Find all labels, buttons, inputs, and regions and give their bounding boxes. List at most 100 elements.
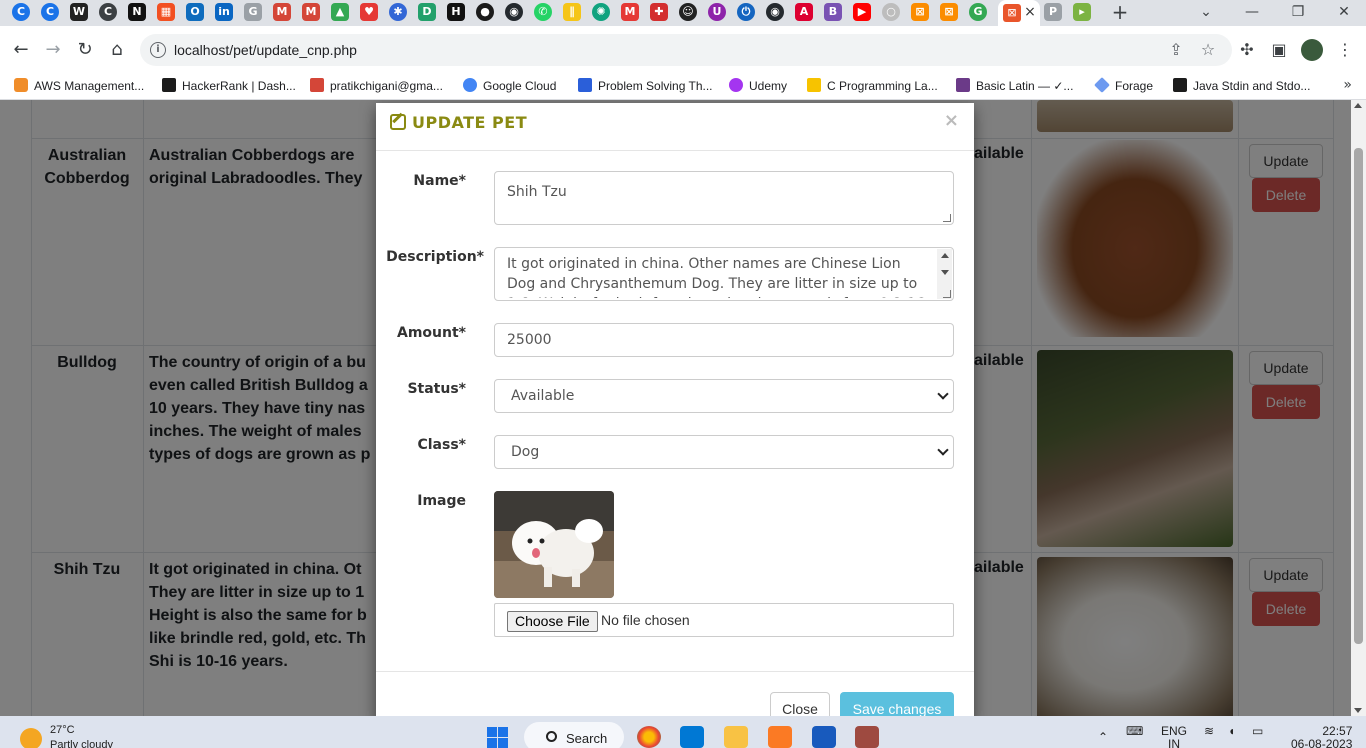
tab-github-icon[interactable]: ◉ bbox=[766, 3, 784, 21]
bookmark-item[interactable]: Google Cloud bbox=[463, 77, 556, 95]
scroll-up-arrow-icon[interactable] bbox=[941, 253, 949, 258]
scroll-up-arrow-icon[interactable] bbox=[1354, 103, 1362, 108]
tab-angular-icon[interactable]: A bbox=[795, 3, 813, 21]
tab-d-icon[interactable]: D bbox=[418, 3, 436, 21]
tab-chatgpt-icon[interactable]: ✺ bbox=[592, 3, 610, 21]
bookmark-item[interactable]: Basic Latin — ✓... bbox=[956, 77, 1073, 95]
xampp-app-icon[interactable] bbox=[768, 726, 792, 748]
tab-gmail-icon[interactable]: M bbox=[273, 3, 291, 21]
bookmark-item[interactable]: HackerRank | Dash... bbox=[162, 77, 296, 95]
tab-gmail-icon[interactable]: M bbox=[302, 3, 320, 21]
tab-u-icon[interactable]: U bbox=[708, 3, 726, 21]
tab-gear-icon[interactable]: ✱ bbox=[389, 3, 407, 21]
tab-coursera-icon[interactable]: C bbox=[99, 3, 117, 21]
choose-file-button[interactable]: Choose File bbox=[507, 611, 598, 632]
tab-bars-icon[interactable]: ∥ bbox=[563, 3, 581, 21]
menu-kebab-icon[interactable]: ⋮ bbox=[1334, 39, 1356, 61]
resize-handle[interactable] bbox=[943, 214, 951, 222]
home-icon[interactable]: ⌂ bbox=[106, 39, 128, 61]
tab-globe-icon[interactable]: ○ bbox=[882, 3, 900, 21]
tab-chrome-icon[interactable]: G bbox=[969, 3, 987, 21]
start-button[interactable] bbox=[487, 727, 509, 748]
description-field[interactable]: It got originated in china. Other names … bbox=[494, 247, 954, 301]
tab-wordpress-icon[interactable]: W bbox=[70, 3, 88, 21]
scroll-down-arrow-icon[interactable] bbox=[1354, 708, 1362, 713]
file-explorer-icon[interactable] bbox=[724, 726, 748, 748]
minimize-button[interactable]: — bbox=[1240, 2, 1264, 22]
tab-heart-icon[interactable]: ♥ bbox=[360, 3, 378, 21]
bookmark-item[interactable]: Udemy bbox=[729, 77, 787, 95]
name-field[interactable]: Shih Tzu bbox=[494, 171, 954, 225]
close-button[interactable]: Close bbox=[770, 692, 830, 716]
battery-icon[interactable]: ▭ bbox=[1252, 724, 1263, 738]
tab-m-icon[interactable]: M bbox=[621, 3, 639, 21]
modal-close-icon[interactable]: × bbox=[944, 110, 959, 131]
tab-play-icon[interactable]: ▸ bbox=[1073, 3, 1091, 21]
tab-xampp-icon[interactable]: ⊠ bbox=[911, 3, 929, 21]
restore-button[interactable]: ❐ bbox=[1286, 2, 1310, 22]
tab-avatar-icon[interactable]: ☺ bbox=[679, 3, 697, 21]
tab-microsoft-icon[interactable]: ▦ bbox=[157, 3, 175, 21]
reload-icon[interactable]: ↻ bbox=[74, 39, 96, 61]
snipping-tool-icon[interactable] bbox=[855, 726, 879, 748]
tab-whatsapp-icon[interactable]: ✆ bbox=[534, 3, 552, 21]
amount-input[interactable]: 25000 bbox=[494, 323, 954, 357]
tab-youtube-icon[interactable]: ▶ bbox=[853, 3, 871, 21]
bookmark-item[interactable]: C Programming La... bbox=[807, 77, 938, 95]
tab-drive-icon[interactable]: ▲ bbox=[331, 3, 349, 21]
scroll-down-arrow-icon[interactable] bbox=[941, 270, 949, 275]
tab-github-icon[interactable]: ◉ bbox=[505, 3, 523, 21]
new-tab-button[interactable]: + bbox=[1110, 2, 1130, 22]
tab-outlook-icon[interactable]: O bbox=[186, 3, 204, 21]
status-select[interactable]: Available bbox=[494, 379, 954, 413]
tab-leaf-icon[interactable]: ● bbox=[476, 3, 494, 21]
url-text[interactable]: localhost/pet/update_cnp.php bbox=[174, 42, 357, 58]
tab-hackerrank-icon[interactable]: H bbox=[447, 3, 465, 21]
class-select[interactable]: Dog bbox=[494, 435, 954, 469]
bookmark-item[interactable]: Java Stdin and Stdo... bbox=[1173, 77, 1310, 95]
extensions-icon[interactable]: ✣ bbox=[1236, 39, 1258, 61]
tab-linkedin-icon[interactable]: in bbox=[215, 3, 233, 21]
chrome-app-icon[interactable] bbox=[637, 726, 661, 748]
tab-xampp-icon[interactable]: ⊠ bbox=[940, 3, 958, 21]
taskbar-search[interactable]: Search bbox=[524, 722, 624, 748]
tab-notion-icon[interactable]: N bbox=[128, 3, 146, 21]
address-bar[interactable]: i localhost/pet/update_cnp.php ⇪ ☆ bbox=[140, 34, 1232, 66]
scroll-thumb[interactable] bbox=[1354, 148, 1363, 644]
image-file-input[interactable]: Choose File No file chosen bbox=[494, 603, 954, 637]
bookmark-star-icon[interactable]: ☆ bbox=[1198, 40, 1218, 60]
keyboard-icon[interactable]: ⌨ bbox=[1126, 724, 1143, 738]
close-window-button[interactable]: ✕ bbox=[1332, 2, 1356, 22]
tab-cross-icon[interactable]: ✚ bbox=[650, 3, 668, 21]
profile-avatar[interactable] bbox=[1301, 39, 1323, 61]
tab-close-icon[interactable]: × bbox=[1022, 4, 1038, 20]
bookmark-item[interactable]: Forage bbox=[1094, 77, 1153, 95]
side-panel-icon[interactable]: ▣ bbox=[1268, 39, 1290, 61]
tab-phpmyadmin-icon[interactable]: P bbox=[1044, 3, 1062, 21]
tray-chevron-icon[interactable]: ⌃ bbox=[1098, 730, 1108, 744]
volume-icon[interactable]: ◖ bbox=[1228, 724, 1235, 738]
share-icon[interactable]: ⇪ bbox=[1166, 40, 1186, 60]
wifi-icon[interactable]: ≋ bbox=[1204, 724, 1214, 738]
vscode-app-icon[interactable] bbox=[680, 726, 704, 748]
tab-translate-icon[interactable]: G bbox=[244, 3, 262, 21]
more-bookmarks-chevron-icon[interactable]: » bbox=[1343, 77, 1352, 93]
save-changes-button[interactable]: Save changes bbox=[840, 692, 954, 716]
active-tab[interactable]: ⊠ × bbox=[998, 0, 1040, 26]
forward-arrow-icon[interactable]: → bbox=[42, 39, 64, 61]
tab-search-dropdown-icon[interactable]: ⌄ bbox=[1194, 2, 1218, 22]
tab-c-icon[interactable]: C bbox=[12, 3, 30, 21]
page-scrollbar[interactable] bbox=[1351, 100, 1366, 716]
bookmark-item[interactable]: pratikchigani@gma... bbox=[310, 77, 443, 95]
tab-power-icon[interactable]: ⏻ bbox=[737, 3, 755, 21]
tab-c-icon[interactable]: C bbox=[41, 3, 59, 21]
resize-handle[interactable] bbox=[943, 290, 951, 298]
site-info-icon[interactable]: i bbox=[150, 42, 166, 58]
word-app-icon[interactable] bbox=[812, 726, 836, 748]
bookmark-item[interactable]: Problem Solving Th... bbox=[578, 77, 713, 95]
clock[interactable]: 22:57 06-08-2023 bbox=[1291, 725, 1352, 748]
back-arrow-icon[interactable]: ← bbox=[10, 39, 32, 61]
tab-bootstrap-icon[interactable]: B bbox=[824, 3, 842, 21]
language-indicator[interactable]: ENG IN bbox=[1161, 725, 1187, 748]
bookmark-item[interactable]: AWS Management... bbox=[14, 77, 144, 95]
